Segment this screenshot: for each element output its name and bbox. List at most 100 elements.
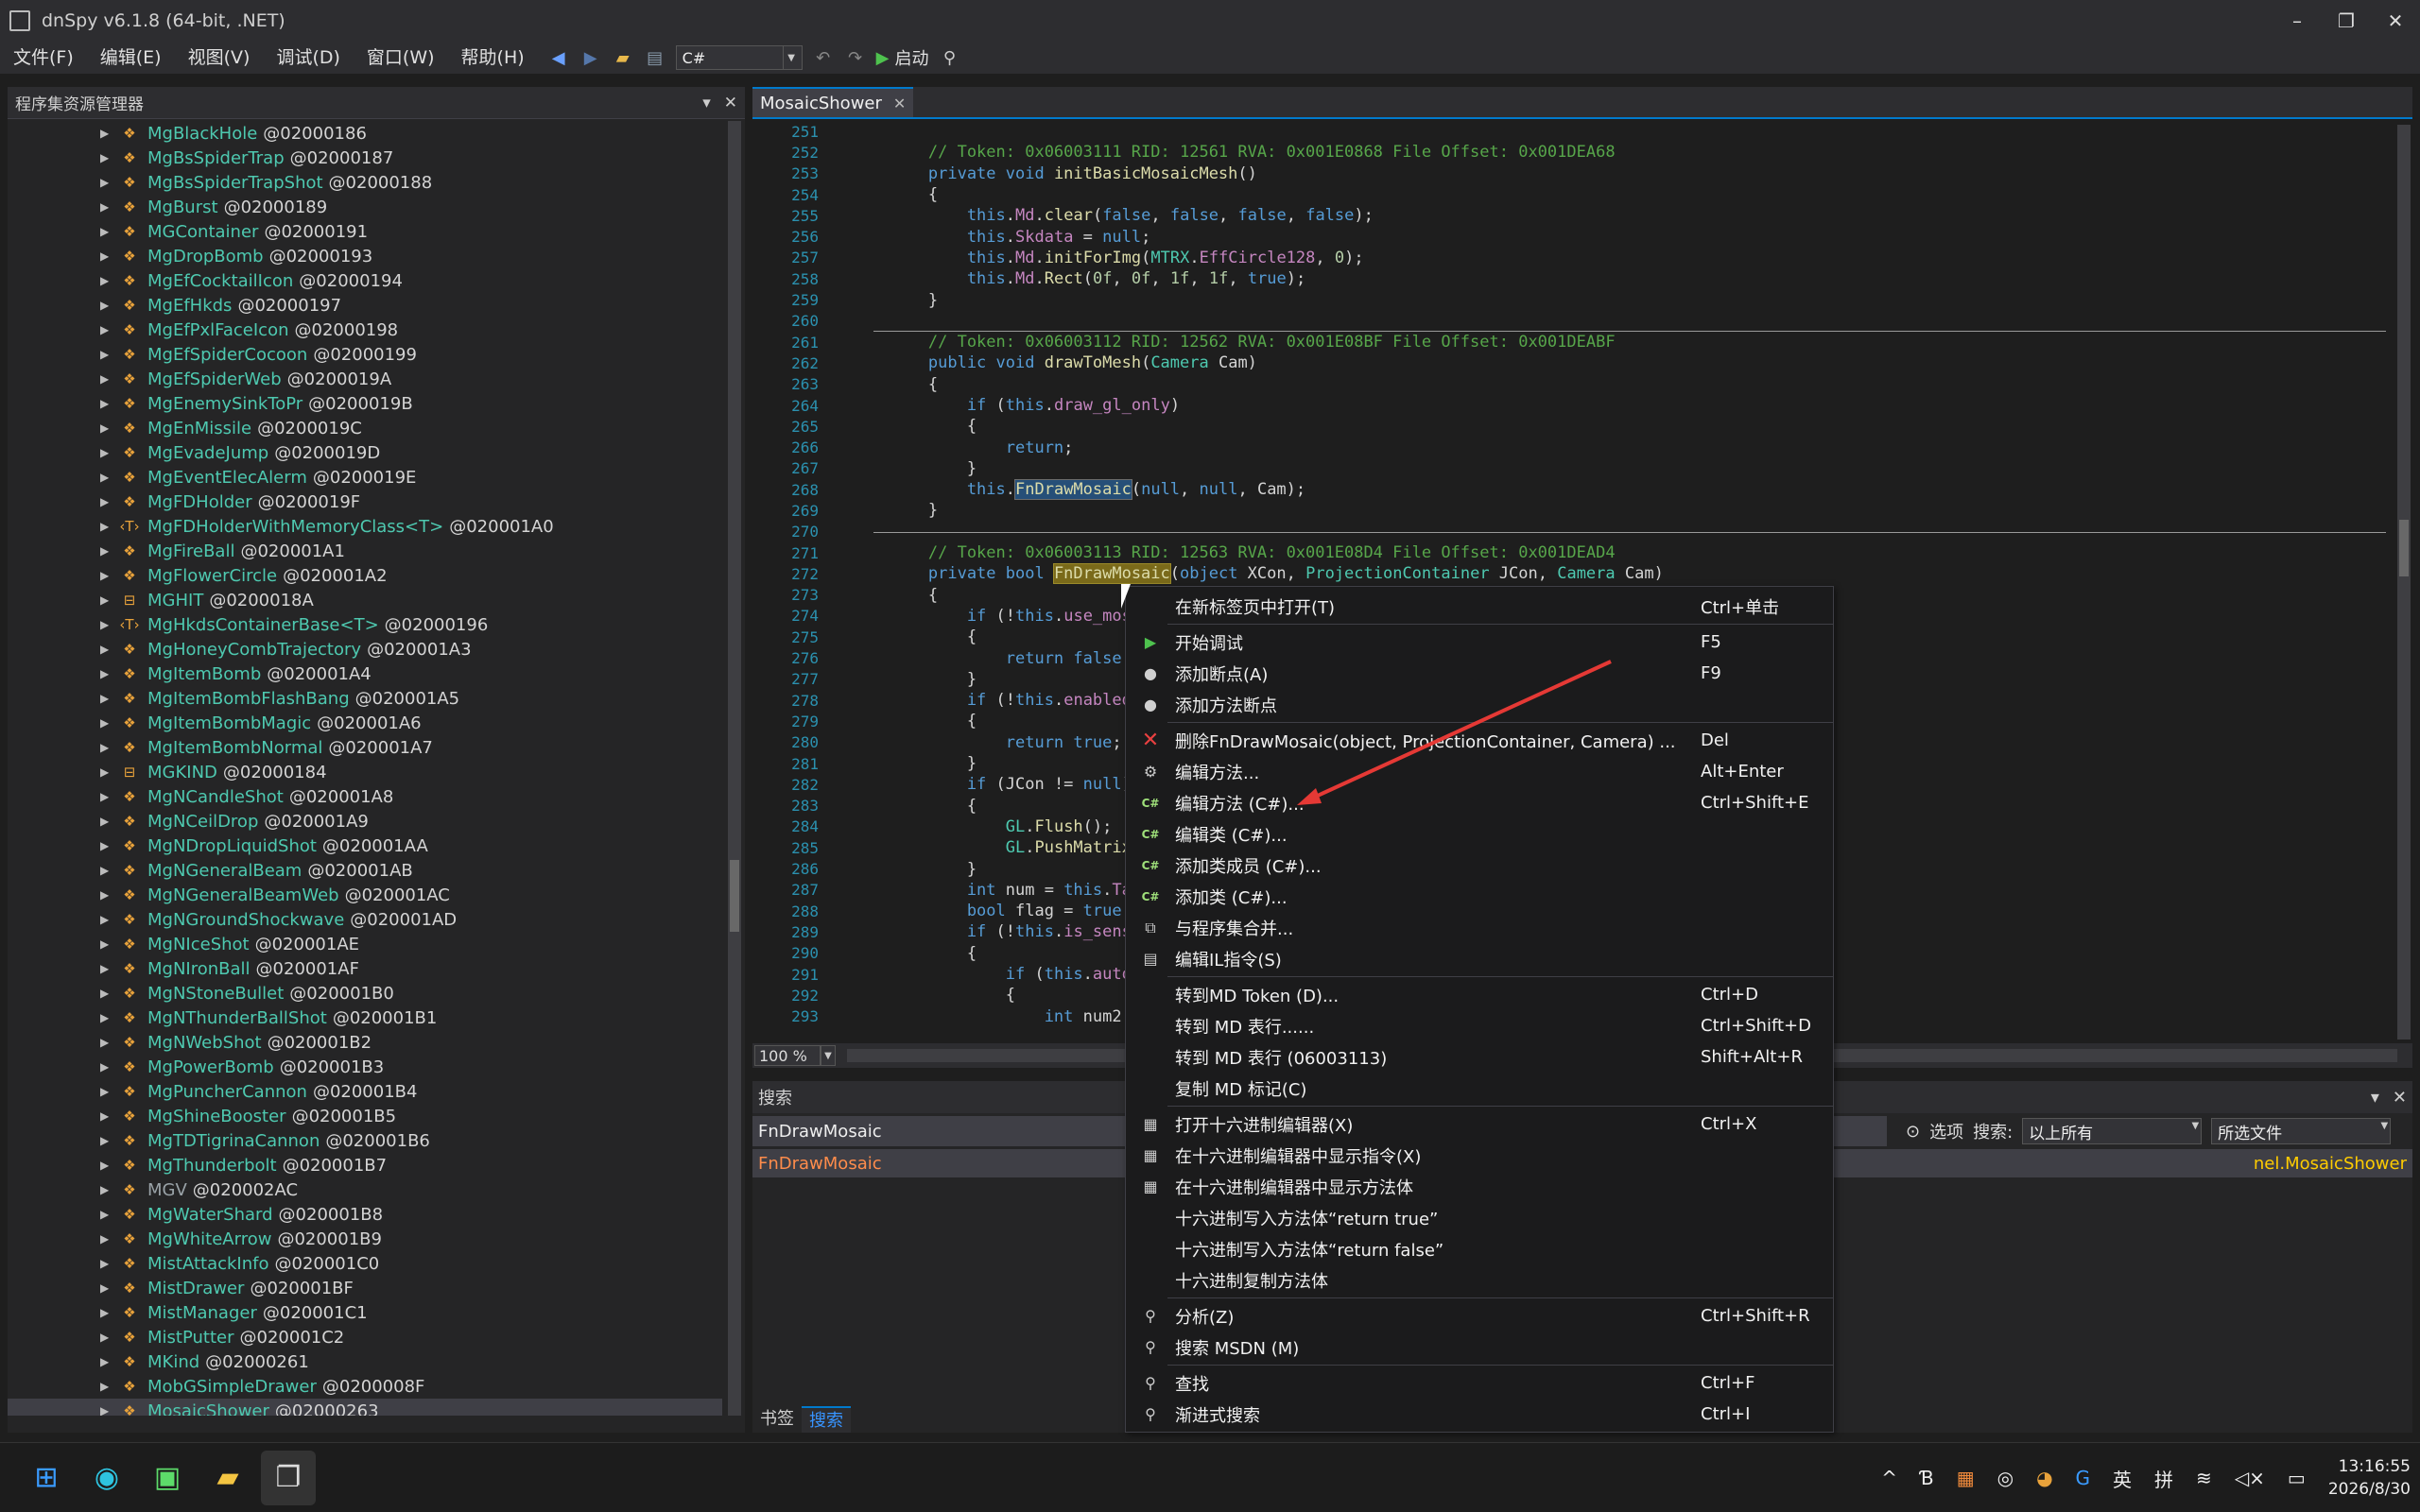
tree-item[interactable]: ▶ ❖ MgNGeneralBeamWeb @020001AC: [8, 883, 722, 907]
tree-item[interactable]: ▶ ❖ MgItemBombFlashBang @020001A5: [8, 686, 722, 711]
tree-item[interactable]: ▶ ❖ MgEfCocktailIcon @02000194: [8, 268, 722, 293]
expand-triangle-icon[interactable]: ▶: [100, 1109, 113, 1123]
context-menu-item[interactable]: 转到 MD 表行...... Ctrl+Shift+D: [1126, 1010, 1833, 1041]
tree-item[interactable]: ▶ ❖ MistPutter @020001C2: [8, 1325, 722, 1349]
expand-triangle-icon[interactable]: ▶: [100, 1281, 113, 1295]
tree-item[interactable]: ▶ ❖ MgEventElecAlerm @0200019E: [8, 465, 722, 490]
tree-item[interactable]: ▶ ❖ MgEfSpiderCocoon @02000199: [8, 342, 722, 367]
tree-item[interactable]: ▶ ❖ MgHoneyCombTrajectory @020001A3: [8, 637, 722, 662]
panel-menu-icon[interactable]: ▾: [2371, 1088, 2379, 1108]
zoom-select[interactable]: 100 %: [754, 1045, 821, 1066]
context-menu-item[interactable]: ⧉ 与程序集合并...: [1126, 912, 1833, 943]
tree-item[interactable]: ▶ ❖ MgEfPxlFaceIcon @02000198: [8, 318, 722, 342]
context-menu-item[interactable]: ⚲ 渐进式搜索 Ctrl+I: [1126, 1399, 1833, 1430]
expand-triangle-icon[interactable]: ▶: [100, 1232, 113, 1246]
tree-item[interactable]: ▶ ❖ MgNIceShot @020001AE: [8, 932, 722, 956]
tree-item[interactable]: ▶ ⊟ MGHIT @0200018A: [8, 588, 722, 612]
expand-triangle-icon[interactable]: ▶: [100, 815, 113, 828]
expand-triangle-icon[interactable]: ▶: [100, 1011, 113, 1024]
expand-triangle-icon[interactable]: ▶: [100, 839, 113, 852]
panel-menu-icon[interactable]: ▾: [702, 94, 711, 112]
save-all-icon[interactable]: ▤: [644, 46, 666, 69]
context-menu-item[interactable]: ▶ 开始调试 F5: [1126, 627, 1833, 658]
expand-triangle-icon[interactable]: ▶: [100, 593, 113, 607]
chevron-up-icon[interactable]: ^: [1881, 1467, 1897, 1489]
expand-triangle-icon[interactable]: ▶: [100, 225, 113, 238]
expand-triangle-icon[interactable]: ▶: [100, 692, 113, 705]
tree-item[interactable]: ▶ ❖ MgWaterShard @020001B8: [8, 1202, 722, 1227]
battery-icon[interactable]: ▭: [2288, 1467, 2306, 1489]
tree-item[interactable]: ▶ ❖ MgFireBall @020001A1: [8, 539, 722, 563]
context-menu-item[interactable]: 复制 MD 标记(C): [1126, 1073, 1833, 1104]
tray-app-icon[interactable]: ▦: [1957, 1467, 1975, 1489]
tree-item[interactable]: ▶ ❖ MgItemBomb @020001A4: [8, 662, 722, 686]
ime-language[interactable]: 英: [2113, 1465, 2132, 1492]
tree-item[interactable]: ▶ ❖ MgShineBooster @020001B5: [8, 1104, 722, 1128]
tree-item[interactable]: ▶ ❖ MgItemBombNormal @020001A7: [8, 735, 722, 760]
expand-triangle-icon[interactable]: ▶: [100, 1404, 113, 1416]
expand-triangle-icon[interactable]: ▶: [100, 1085, 113, 1098]
chevron-down-icon[interactable]: ▼: [821, 1045, 836, 1066]
expand-triangle-icon[interactable]: ▶: [100, 937, 113, 951]
tree-item[interactable]: ▶ ‹T› MgFDHolderWithMemoryClass<T> @020001A…: [8, 514, 722, 539]
tree-item[interactable]: ▶ ❖ MGV @020002AC: [8, 1177, 722, 1202]
context-menu-item[interactable]: C# 编辑方法 (C#)... Ctrl+Shift+E: [1126, 787, 1833, 818]
tree-item[interactable]: ▶ ❖ MgItemBombMagic @020001A6: [8, 711, 722, 735]
menu-view[interactable]: 视图(V): [175, 42, 264, 74]
tree-item[interactable]: ▶ ❖ MgFDHolder @0200019F: [8, 490, 722, 514]
expand-triangle-icon[interactable]: ▶: [100, 446, 113, 459]
tree-item[interactable]: ▶ ❖ MgNStoneBullet @020001B0: [8, 981, 722, 1005]
restore-button[interactable]: ❐: [2322, 0, 2371, 42]
expand-triangle-icon[interactable]: ▶: [100, 1331, 113, 1344]
context-menu-item[interactable]: ▦ 在十六进制编辑器中显示指令(X): [1126, 1140, 1833, 1171]
expand-triangle-icon[interactable]: ▶: [100, 618, 113, 631]
context-menu-item[interactable]: ▦ 打开十六进制编辑器(X) Ctrl+X: [1126, 1108, 1833, 1140]
back-icon[interactable]: ◀: [547, 46, 570, 69]
dnspy-taskbar-icon[interactable]: ❐: [261, 1450, 316, 1505]
expand-triangle-icon[interactable]: ▶: [100, 667, 113, 680]
close-button[interactable]: ✕: [2371, 0, 2420, 42]
context-menu-item[interactable]: 转到MD Token (D)... Ctrl+D: [1126, 979, 1833, 1010]
context-menu-item[interactable]: 十六进制写入方法体“return true”: [1126, 1202, 1833, 1233]
expand-triangle-icon[interactable]: ▶: [100, 1159, 113, 1172]
tree-item[interactable]: ▶ ❖ MgBsSpiderTrap @02000187: [8, 146, 722, 170]
tree-item[interactable]: ▶ ❖ MgNIronBall @020001AF: [8, 956, 722, 981]
expand-triangle-icon[interactable]: ▶: [100, 421, 113, 435]
context-menu-item[interactable]: 在新标签页中打开(T) Ctrl+单击: [1126, 591, 1833, 622]
tree-item[interactable]: ▶ ❖ MGContainer @02000191: [8, 219, 722, 244]
tree-item[interactable]: ▶ ❖ MgNCandleShot @020001A8: [8, 784, 722, 809]
context-menu-item[interactable]: ● 添加方法断点: [1126, 689, 1833, 720]
ime-mode[interactable]: 拼: [2154, 1465, 2173, 1492]
expand-triangle-icon[interactable]: ▶: [100, 569, 113, 582]
expand-triangle-icon[interactable]: ▶: [100, 372, 113, 386]
tree-item[interactable]: ▶ ❖ MgEvadeJump @0200019D: [8, 440, 722, 465]
tree-item[interactable]: ▶ ❖ MosaicShower @02000263: [8, 1399, 722, 1416]
expand-triangle-icon[interactable]: ▶: [100, 495, 113, 508]
expand-triangle-icon[interactable]: ▶: [100, 1183, 113, 1196]
expand-triangle-icon[interactable]: ▶: [100, 151, 113, 164]
tree-item[interactable]: ▶ ❖ MgEnMissile @0200019C: [8, 416, 722, 440]
panel-close-icon[interactable]: ✕: [2393, 1088, 2407, 1108]
file-explorer-icon[interactable]: ▰: [200, 1451, 255, 1505]
expand-triangle-icon[interactable]: ▶: [100, 790, 113, 803]
tree-item[interactable]: ▶ ❖ MgWhiteArrow @020001B9: [8, 1227, 722, 1251]
options-label[interactable]: 选项: [1929, 1119, 1963, 1143]
tree-item[interactable]: ▶ ❖ MgNGroundShockwave @020001AD: [8, 907, 722, 932]
clock[interactable]: 13:16:55 2026/8/30: [2328, 1455, 2411, 1501]
tray-app-icon[interactable]: ◎: [1997, 1467, 2014, 1489]
tree-item[interactable]: ▶ ❖ MgEfHkds @02000197: [8, 293, 722, 318]
menu-help[interactable]: 帮助(H): [448, 42, 538, 74]
menu-edit[interactable]: 编辑(E): [87, 42, 175, 74]
menu-window[interactable]: 窗口(W): [354, 42, 448, 74]
expand-triangle-icon[interactable]: ▶: [100, 962, 113, 975]
tree-item[interactable]: ▶ ❖ MgBlackHole @02000186: [8, 121, 722, 146]
expand-triangle-icon[interactable]: ▶: [100, 1036, 113, 1049]
context-menu-item[interactable]: ▤ 编辑IL指令(S): [1126, 943, 1833, 974]
context-menu-item[interactable]: ● 添加断点(A) F9: [1126, 658, 1833, 689]
expand-triangle-icon[interactable]: ▶: [100, 176, 113, 189]
context-menu-item[interactable]: 十六进制写入方法体“return false”: [1126, 1233, 1833, 1264]
chrome-icon[interactable]: ◕: [2036, 1467, 2052, 1489]
edge-browser-icon[interactable]: ◉: [79, 1451, 134, 1505]
tree-item[interactable]: ▶ ‹T› MgHkdsContainerBase<T> @02000196: [8, 612, 722, 637]
expand-triangle-icon[interactable]: ▶: [100, 274, 113, 287]
